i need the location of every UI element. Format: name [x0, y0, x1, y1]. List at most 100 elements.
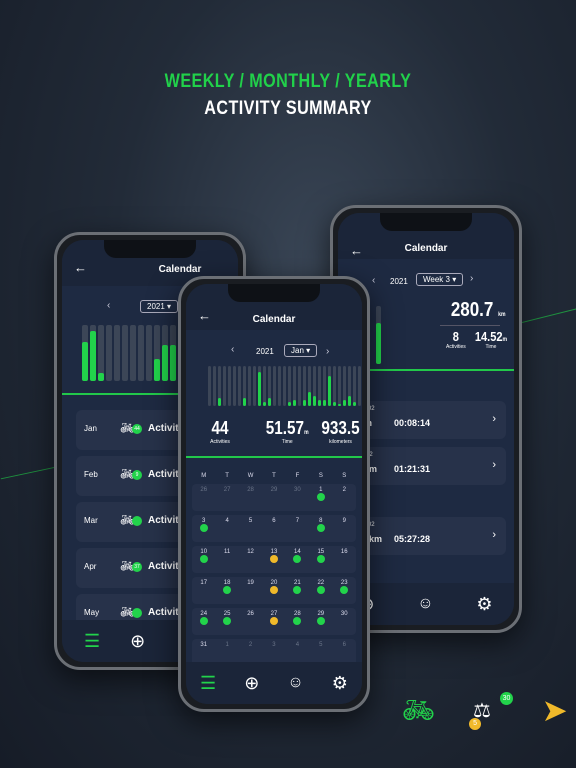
calendar-day[interactable]: 11: [215, 546, 238, 573]
chart-bar: [90, 325, 96, 381]
day-number: 9: [342, 518, 346, 524]
next-button[interactable]: ›: [326, 346, 329, 357]
calendar-day[interactable]: 21: [286, 577, 309, 604]
calendar-day[interactable]: 15: [309, 546, 332, 573]
settings-icon[interactable]: ⚙: [476, 594, 492, 615]
calendar-day[interactable]: 26: [239, 608, 262, 635]
calendar-day[interactable]: 1: [309, 484, 332, 511]
calendar-day[interactable]: 26: [192, 484, 215, 511]
chart-bar: [288, 366, 291, 406]
calendar-day[interactable]: 30: [333, 608, 356, 635]
activities-label: Activities: [446, 344, 466, 350]
calendar-day[interactable]: 14: [286, 546, 309, 573]
chart-bar: [328, 366, 331, 406]
chart-bar: [333, 366, 336, 406]
chart-bar: [338, 366, 341, 406]
month-label: Feb: [84, 470, 98, 479]
year-bar-chart: [82, 325, 176, 381]
distance-value: 933.5: [321, 418, 360, 438]
list-icon[interactable]: ☰: [84, 631, 100, 652]
calendar-day[interactable]: 2: [333, 484, 356, 511]
profile-icon[interactable]: ☺: [417, 595, 433, 613]
chart-bar: [114, 325, 120, 381]
calendar-day[interactable]: 20: [262, 577, 285, 604]
calendar-day[interactable]: 4: [215, 515, 238, 542]
next-button[interactable]: ›: [470, 273, 473, 284]
calendar-day[interactable]: 18: [215, 577, 238, 604]
bike-icon: [316, 524, 325, 532]
headline-line1: WEEKLY / MONTHLY / YEARLY: [164, 71, 412, 92]
calendar-day[interactable]: 17: [192, 577, 215, 604]
bar-fill: [154, 358, 160, 381]
week-select[interactable]: Week 3 ▾: [416, 273, 464, 286]
back-button[interactable]: ←: [74, 260, 87, 275]
notch: [228, 284, 320, 302]
profile-icon[interactable]: ☺: [287, 674, 303, 692]
calendar-day[interactable]: 28: [239, 484, 262, 511]
day-number: 1: [225, 642, 229, 648]
month-label: Mar: [84, 516, 98, 525]
count-badge: 37: [132, 562, 142, 572]
calendar-day[interactable]: 25: [215, 608, 238, 635]
calendar-day[interactable]: 27: [262, 608, 285, 635]
activity-legend: 🚲︎ ⚖ 30 5 ➤: [402, 690, 566, 730]
add-icon[interactable]: ⊕: [130, 631, 145, 652]
calendar-week: 10 11 12 13 14 15 16: [192, 546, 356, 573]
chart-bar: [273, 366, 276, 406]
calendar-day[interactable]: 22: [309, 577, 332, 604]
calendar-day[interactable]: 5: [239, 515, 262, 542]
chart-bar: [213, 366, 216, 406]
list-icon[interactable]: ☰: [200, 673, 216, 694]
bar-fill: [90, 330, 96, 381]
calendar-day[interactable]: 9: [333, 515, 356, 542]
chevron-right-icon: ›: [492, 529, 496, 541]
year-select[interactable]: 2021 ▾: [140, 300, 179, 313]
activities-label: Activities: [210, 439, 230, 445]
calendar-day[interactable]: 6: [262, 515, 285, 542]
bike-icon: [316, 493, 325, 501]
chart-bar: [146, 325, 152, 381]
chart-bar: [376, 306, 381, 364]
calendar-day[interactable]: 28: [286, 608, 309, 635]
notch: [380, 213, 472, 231]
calendar-day[interactable]: 27: [215, 484, 238, 511]
calendar-day[interactable]: 16: [333, 546, 356, 573]
calendar-day[interactable]: 24: [192, 608, 215, 635]
chart-bar: [122, 325, 128, 381]
prev-button[interactable]: ‹: [372, 275, 375, 286]
month-label: May: [84, 608, 100, 617]
run-icon: [269, 617, 278, 625]
chart-bar: [82, 325, 88, 381]
add-icon[interactable]: ⊕: [244, 673, 259, 694]
settings-icon[interactable]: ⚙: [332, 673, 348, 694]
day-number: 30: [340, 611, 348, 617]
calendar-day[interactable]: 29: [262, 484, 285, 511]
month-select[interactable]: Jan ▾: [284, 344, 318, 357]
notch: [104, 240, 196, 258]
activities-value: 44: [211, 418, 229, 438]
weekday-header: MTWTFSS: [192, 470, 356, 479]
chart-bar: [303, 366, 306, 406]
calendar-day[interactable]: 23: [333, 577, 356, 604]
chart-bar: [106, 325, 112, 381]
calendar-day[interactable]: 7: [286, 515, 309, 542]
bike-icon: [340, 586, 349, 594]
run-icon: ➤: [543, 694, 567, 726]
calendar-day[interactable]: 8: [309, 515, 332, 542]
calendar-day[interactable]: 29: [309, 608, 332, 635]
calendar-day[interactable]: 10: [192, 546, 215, 573]
calendar-day[interactable]: 19: [239, 577, 262, 604]
prev-button[interactable]: ‹: [107, 300, 110, 311]
bar-fill: [293, 400, 296, 406]
bar-fill: [353, 402, 356, 406]
prev-button[interactable]: ‹: [231, 344, 234, 355]
count-badge: 9: [132, 470, 142, 480]
calendar-day[interactable]: 30: [286, 484, 309, 511]
chart-bar: [258, 366, 261, 406]
calendar-day[interactable]: 3: [192, 515, 215, 542]
bar-fill: [263, 402, 266, 406]
calendar-day[interactable]: 12: [239, 546, 262, 573]
weekday-label: S: [318, 473, 323, 479]
chart-bar: [348, 366, 351, 406]
calendar-day[interactable]: 13: [262, 546, 285, 573]
